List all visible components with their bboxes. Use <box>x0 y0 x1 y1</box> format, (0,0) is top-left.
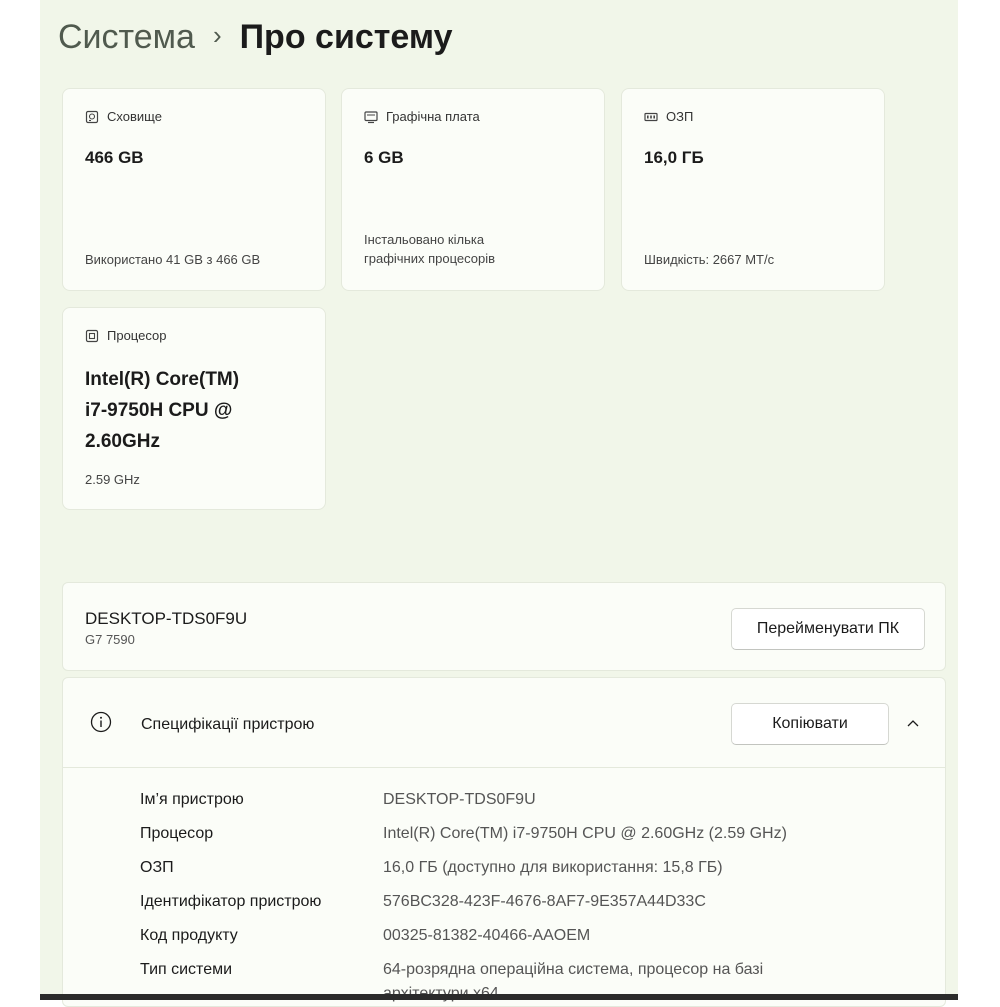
storage-card: Сховище 466 GB Використано 41 GB з 466 G… <box>62 88 326 291</box>
device-name: DESKTOP-TDS0F9U <box>85 609 248 628</box>
rename-pc-button[interactable]: Перейменувати ПК <box>731 608 925 650</box>
cpu-card-header: Процесор <box>85 328 166 343</box>
taskbar-edge <box>40 994 958 1000</box>
cpu-card: Процесор Intel(R) Core(TM) i7-9750H CPU … <box>62 307 326 510</box>
cpu-card-footer: 2.59 GHz <box>85 472 140 487</box>
gpu-card-title: Графічна плата <box>386 109 480 124</box>
gpu-card-value: 6 GB <box>364 148 404 167</box>
page-title: Про систему <box>239 18 453 56</box>
spec-label: Код продукту <box>140 927 238 944</box>
spec-value: 576BC328-423F-4676-8AF7-9E357A44D33C <box>383 893 706 910</box>
display-icon <box>364 110 378 124</box>
spec-row: Процесор Intel(R) Core(TM) i7-9750H CPU … <box>140 817 843 851</box>
cpu-card-value-line2: i7-9750H CPU @ <box>85 400 233 421</box>
spec-row: Ідентифікатор пристрою 576BC328-423F-467… <box>140 885 843 919</box>
gpu-card-footer-line1: Інстальовано кілька <box>364 232 485 247</box>
storage-card-title: Сховище <box>107 109 162 124</box>
spec-value: 00325-81382-40466-AAOEM <box>383 927 591 944</box>
spec-label: Процесор <box>140 825 214 842</box>
gpu-card: Графічна плата 6 GB Інстальовано кілька … <box>341 88 605 291</box>
copy-button[interactable]: Копіювати <box>731 703 889 745</box>
ram-card: ОЗП 16,0 ГБ Швидкість: 2667 МТ/с <box>621 88 885 291</box>
breadcrumb: Система › Про систему <box>58 18 452 57</box>
specs-title: Специфікації пристрою <box>141 716 315 733</box>
cpu-card-value-line1: Intel(R) Core(TM) <box>85 369 240 390</box>
spec-row: Код продукту 00325-81382-40466-AAOEM <box>140 919 843 953</box>
chevron-up-icon[interactable] <box>905 716 921 734</box>
breadcrumb-separator: › <box>212 20 222 50</box>
spec-value: 16,0 ГБ (доступно для використання: 15,8… <box>383 859 723 876</box>
device-name-panel: DESKTOP-TDS0F9U G7 7590 Перейменувати ПК <box>62 582 946 671</box>
info-icon <box>90 711 112 738</box>
storage-icon <box>85 110 99 124</box>
breadcrumb-parent[interactable]: Система <box>58 18 195 57</box>
storage-card-header: Сховище <box>85 109 162 124</box>
cpu-card-value: Intel(R) Core(TM) i7-9750H CPU @ 2.60GHz <box>85 364 239 457</box>
storage-card-footer: Використано 41 GB з 466 GB <box>85 252 261 267</box>
gpu-card-footer-line2: графічних процесорів <box>364 251 496 266</box>
settings-window: Система › Про систему Сховище 466 GB Вик… <box>40 0 958 1007</box>
spec-value: Intel(R) Core(TM) i7-9750H CPU @ 2.60GHz… <box>383 825 787 842</box>
ram-card-value: 16,0 ГБ <box>644 148 704 167</box>
gpu-card-header: Графічна плата <box>364 109 480 124</box>
spec-label: Ідентифікатор пристрою <box>140 893 322 910</box>
spec-row: Ім’я пристрою DESKTOP-TDS0F9U <box>140 783 843 817</box>
storage-card-value: 466 GB <box>85 148 144 167</box>
spec-value: DESKTOP-TDS0F9U <box>383 791 536 808</box>
memory-icon <box>644 110 658 124</box>
specs-list: Ім’я пристрою DESKTOP-TDS0F9U Процесор I… <box>140 783 843 1006</box>
ram-card-footer: Швидкість: 2667 МТ/с <box>644 252 775 267</box>
gpu-card-footer: Інстальовано кілька графічних процесорів <box>364 230 495 268</box>
cpu-icon <box>85 329 99 343</box>
cpu-card-value-line3: 2.60GHz <box>85 431 160 452</box>
spec-value-line1: 64-розрядна операційна система, процесор… <box>383 961 764 978</box>
ram-card-header: ОЗП <box>644 109 693 124</box>
spec-label: Ім’я пристрою <box>140 791 244 808</box>
spec-label: ОЗП <box>140 859 174 876</box>
window-margin <box>958 0 1000 1000</box>
cpu-card-title: Процесор <box>107 328 167 343</box>
specs-header[interactable]: Специфікації пристрою Копіювати <box>63 678 945 768</box>
ram-card-title: ОЗП <box>666 109 694 124</box>
device-model: G7 7590 <box>85 632 135 647</box>
spec-row: ОЗП 16,0 ГБ (доступно для використання: … <box>140 851 843 885</box>
